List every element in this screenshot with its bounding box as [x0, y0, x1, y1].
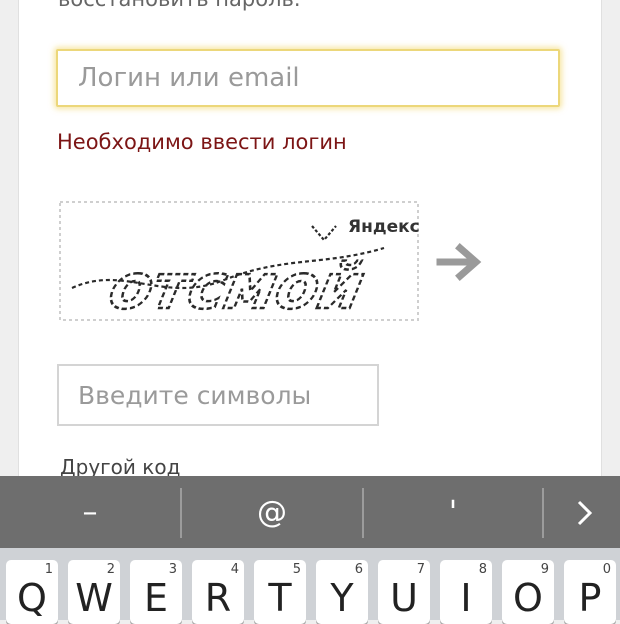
- key-y[interactable]: 6Y: [316, 560, 368, 624]
- login-field[interactable]: [56, 49, 560, 107]
- login-input[interactable]: [58, 51, 558, 105]
- key-q[interactable]: 1Q: [6, 560, 58, 624]
- refresh-arrow-icon[interactable]: [436, 242, 484, 282]
- chevron-right-icon[interactable]: [574, 498, 596, 528]
- suggestion-divider: [542, 488, 544, 538]
- key-t[interactable]: 5T: [254, 560, 306, 624]
- key-e[interactable]: 3E: [130, 560, 182, 624]
- recover-password-text: восстановить пароль.: [58, 0, 301, 11]
- error-message: Необходимо ввести логин: [57, 130, 347, 154]
- captcha-brand: Яндекс: [348, 217, 420, 237]
- suggestion-at[interactable]: @: [182, 476, 362, 548]
- key-r[interactable]: 4R: [192, 560, 244, 624]
- keyboard: 1Q 2W 3E 4R 5T 6Y 7U 8I 9O 0P: [0, 548, 620, 624]
- keyboard-suggestion-bar: – @ ': [0, 476, 620, 548]
- captcha-image: отсмой Яндекс: [54, 196, 424, 326]
- key-w[interactable]: 2W: [68, 560, 120, 624]
- key-u[interactable]: 7U: [378, 560, 430, 624]
- suggestion-apostrophe[interactable]: ': [364, 476, 542, 548]
- suggestion-dash[interactable]: –: [0, 476, 180, 548]
- captcha-svg: отсмой Яндекс: [59, 201, 420, 324]
- captcha-text: отсмой: [103, 251, 370, 323]
- key-p[interactable]: 0P: [564, 560, 616, 624]
- key-i[interactable]: 8I: [440, 560, 492, 624]
- captcha-field[interactable]: [57, 364, 379, 426]
- captcha-input[interactable]: [59, 366, 377, 424]
- key-o[interactable]: 9O: [502, 560, 554, 624]
